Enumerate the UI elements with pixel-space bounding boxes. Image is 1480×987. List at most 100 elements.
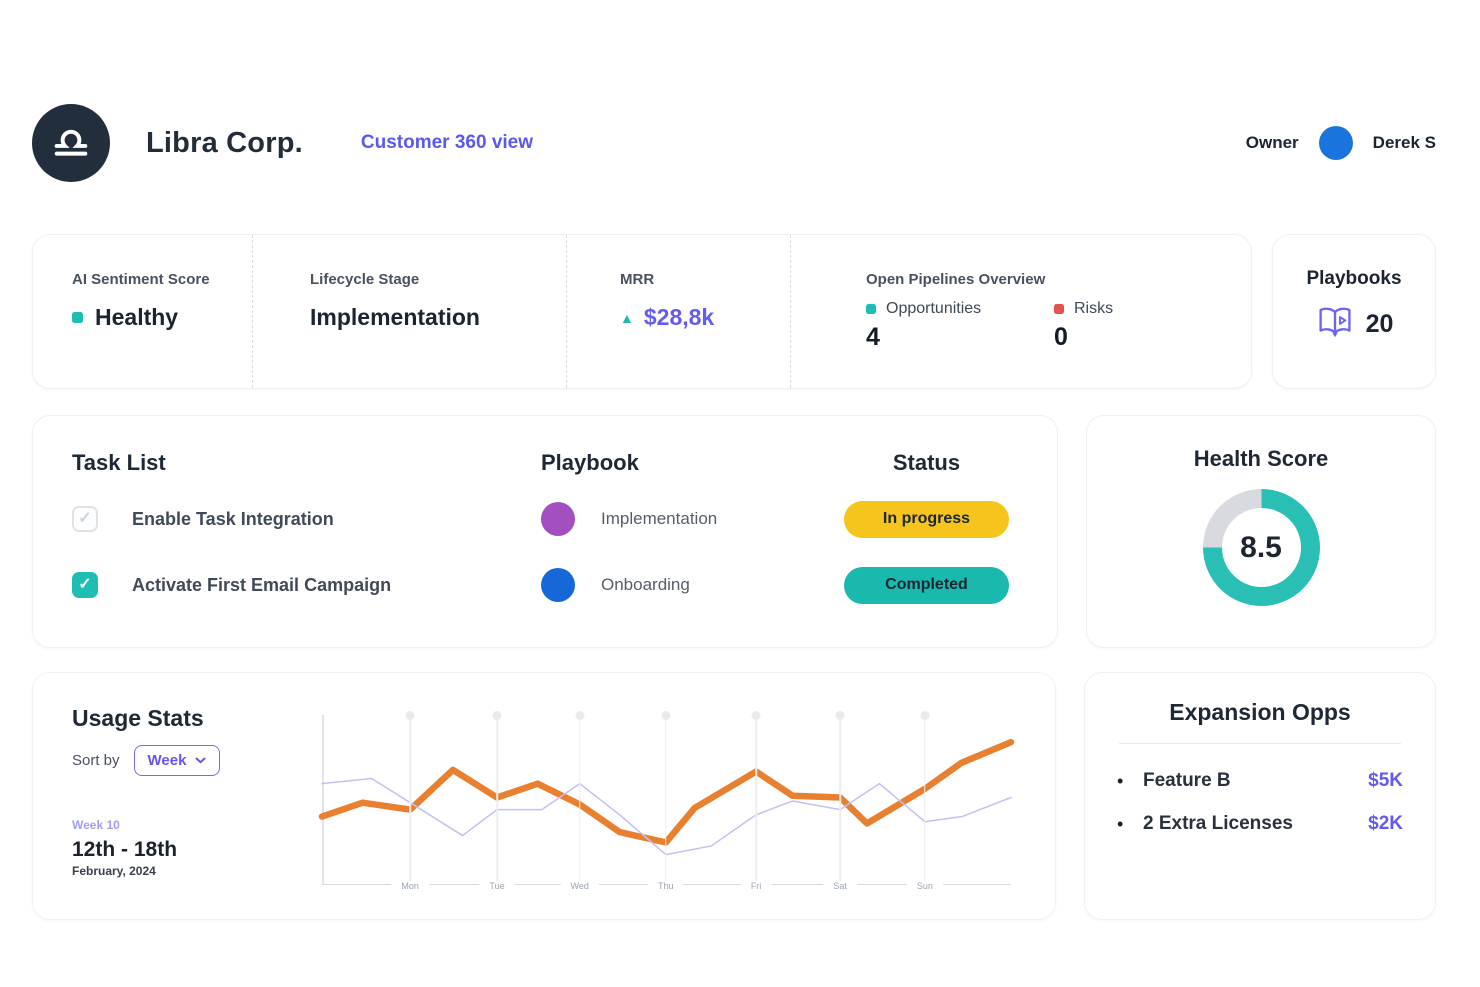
pipelines-label: Open Pipelines Overview — [866, 271, 1251, 288]
ai-sentiment-label: AI Sentiment Score — [72, 271, 252, 288]
status-cell: Completed — [844, 552, 1009, 618]
day-gridline — [665, 719, 667, 884]
health-score-value: 8.5 — [1203, 489, 1320, 606]
opportunities-label: Opportunities — [886, 300, 981, 318]
ai-sentiment-section: AI Sentiment Score Healthy — [33, 235, 253, 388]
expansion-item-label: Feature B — [1143, 770, 1231, 792]
expansion-item-label: 2 Extra Licenses — [1143, 813, 1293, 835]
status-badge[interactable]: Completed — [844, 567, 1009, 604]
expansion-item: • 2 Extra Licenses $2K — [1117, 813, 1403, 835]
lifecycle-label: Lifecycle Stage — [310, 271, 566, 288]
playbook-cell: Onboarding — [541, 552, 844, 618]
ai-sentiment-value: Healthy — [72, 304, 252, 331]
owner-avatar — [1319, 126, 1353, 160]
divider — [1119, 743, 1401, 744]
status-header: Status — [844, 450, 1009, 476]
page-title: Libra Corp. — [146, 127, 303, 160]
week-number-label: Week 10 — [72, 818, 322, 832]
libra-scales-icon — [49, 119, 93, 168]
check-icon: ✓ — [78, 511, 91, 527]
bullet-icon: • — [1117, 771, 1143, 792]
task-label: Enable Task Integration — [132, 509, 334, 530]
status-cell: In progress — [844, 486, 1009, 552]
expansion-opps-title: Expansion Opps — [1117, 699, 1403, 726]
day-gridline — [755, 719, 757, 884]
day-gridline — [839, 719, 841, 884]
x-axis-label: Sat — [823, 881, 857, 891]
company-logo — [32, 104, 110, 182]
opportunities-stat: Opportunities 4 — [866, 300, 1054, 352]
health-score-card: Health Score 8.5 — [1086, 415, 1436, 648]
customer-360-page: Libra Corp. Customer 360 view Owner Dere… — [0, 0, 1480, 920]
playbook-header: Playbook — [541, 450, 844, 476]
playbook-cell: Implementation — [541, 486, 844, 552]
x-axis-label: Tue — [479, 881, 514, 891]
x-axis-label: Wed — [561, 881, 599, 891]
gridline-pin-icon — [406, 711, 415, 720]
x-axis-label: Sun — [907, 881, 943, 891]
page-header: Libra Corp. Customer 360 view Owner Dere… — [32, 104, 1436, 182]
triangle-up-icon: ▲ — [620, 311, 634, 325]
gridline-pin-icon — [575, 711, 584, 720]
playbook-label: Onboarding — [601, 575, 690, 595]
sort-by-label: Sort by — [72, 752, 120, 769]
day-gridline — [496, 719, 498, 884]
week-month-label: February, 2024 — [72, 864, 322, 878]
owner-name: Derek S — [1373, 133, 1436, 153]
lifecycle-section: Lifecycle Stage Implementation — [253, 235, 567, 388]
gridline-pin-icon — [752, 711, 761, 720]
pipelines-section: Open Pipelines Overview Opportunities 4 … — [791, 235, 1251, 388]
playbooks-card: Playbooks 20 — [1272, 234, 1436, 389]
playbooks-count: 20 — [1366, 310, 1394, 339]
risks-count: 0 — [1054, 323, 1242, 352]
lifecycle-value: Implementation — [310, 304, 566, 331]
playbooks-label: Playbooks — [1306, 268, 1401, 290]
playbook-dot-icon — [541, 568, 575, 602]
customer-360-view-link[interactable]: Customer 360 view — [361, 132, 533, 154]
mrr-label: MRR — [620, 271, 790, 288]
gridline-pin-icon — [493, 711, 502, 720]
risks-bullet-icon — [1054, 304, 1064, 314]
gridline-pin-icon — [836, 711, 845, 720]
opportunities-bullet-icon — [866, 304, 876, 314]
expansion-opps-card: Expansion Opps • Feature B $5K • 2 Extra… — [1084, 672, 1436, 920]
health-donut: 8.5 — [1203, 489, 1320, 606]
stats-row: AI Sentiment Score Healthy Lifecycle Sta… — [32, 234, 1436, 389]
mrr-value: ▲ $28,8k — [620, 304, 790, 331]
health-score-title: Health Score — [1194, 446, 1329, 472]
sort-week-dropdown[interactable]: Week — [134, 745, 221, 776]
task-list-card: Task List Playbook Status ✓ Enable Task … — [32, 415, 1058, 648]
task-row: ✓ Activate First Email Campaign — [72, 552, 541, 618]
opportunities-count: 4 — [866, 323, 1054, 352]
task-checkbox[interactable]: ✓ — [72, 506, 98, 532]
usage-stats-title: Usage Stats — [72, 705, 322, 732]
task-list-title: Task List — [72, 450, 541, 476]
gridline-pin-icon — [661, 711, 670, 720]
mrr-section: MRR ▲ $28,8k — [567, 235, 791, 388]
sentiment-bullet-icon — [72, 312, 83, 323]
expansion-item-value: $2K — [1368, 813, 1403, 835]
gridline-pin-icon — [920, 711, 929, 720]
day-gridline — [409, 719, 411, 884]
owner-label: Owner — [1246, 133, 1299, 153]
expansion-item: • Feature B $5K — [1117, 770, 1403, 792]
week-range-label: 12th - 18th — [72, 838, 322, 862]
task-checkbox[interactable]: ✓ — [72, 572, 98, 598]
x-axis-label: Mon — [391, 881, 429, 891]
risks-stat: Risks 0 — [1054, 300, 1242, 352]
playbook-label: Implementation — [601, 509, 717, 529]
book-play-icon — [1315, 304, 1355, 345]
chevron-down-icon — [195, 757, 206, 764]
bullet-icon: • — [1117, 814, 1143, 835]
playbook-dot-icon — [541, 502, 575, 536]
task-row: ✓ Enable Task Integration — [72, 486, 541, 552]
day-gridline — [924, 719, 926, 884]
day-gridline — [579, 719, 581, 884]
usage-chart-plot: MonTueWedThuFriSatSun — [322, 711, 1011, 885]
status-badge[interactable]: In progress — [844, 501, 1009, 538]
expansion-item-value: $5K — [1368, 770, 1403, 792]
sort-week-value: Week — [148, 752, 187, 769]
risks-label: Risks — [1074, 300, 1113, 318]
x-axis-label: Fri — [741, 881, 772, 891]
stats-card: AI Sentiment Score Healthy Lifecycle Sta… — [32, 234, 1252, 389]
